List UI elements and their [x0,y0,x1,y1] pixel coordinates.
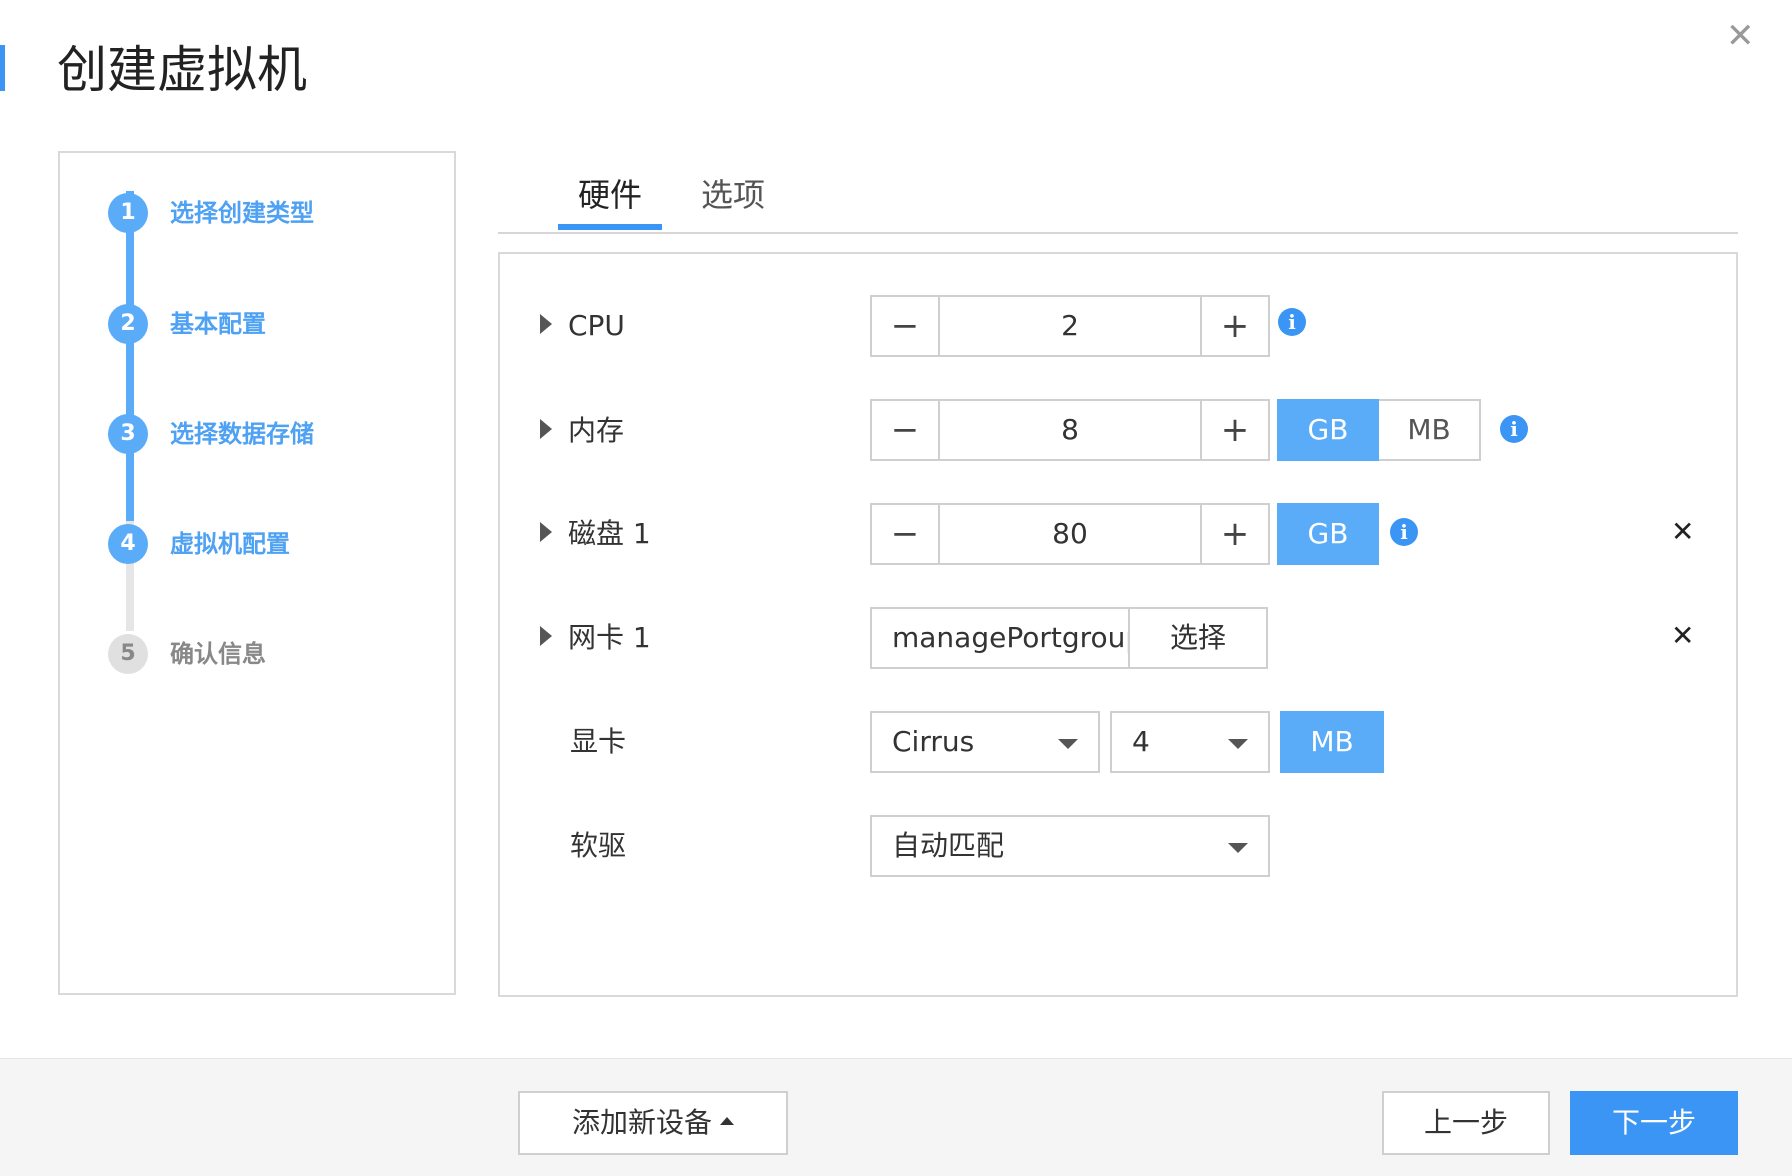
cpu-row-toggle[interactable]: CPU [540,306,625,346]
disk-label: 磁盘 1 [568,517,651,550]
memory-label: 内存 [568,414,625,447]
step-label: 选择数据存储 [170,420,314,448]
info-icon[interactable]: i [1390,518,1418,546]
close-icon[interactable]: ✕ [1726,16,1755,56]
hardware-panel: CPU − 2 + i 内存 − 8 + GB MB i 磁盘 1 − 80 +… [498,252,1738,997]
unit-mb-button[interactable]: MB [1379,399,1481,461]
disk-increment-button[interactable]: + [1200,505,1268,563]
info-icon[interactable]: i [1500,415,1528,443]
memory-stepper: − 8 + [870,399,1270,461]
gpu-memory-select[interactable]: 4 [1110,711,1270,773]
chevron-down-icon [1228,843,1248,853]
step-label: 确认信息 [170,640,266,668]
nic-label: 网卡 1 [568,621,651,654]
chevron-down-icon [1228,739,1248,749]
memory-row-toggle[interactable]: 内存 [540,411,624,451]
cpu-stepper: − 2 + [870,295,1270,357]
nic-portgroup-input[interactable]: managePortgroup [870,607,1130,669]
dialog-title: 创建虚拟机 [57,41,307,99]
disk-decrement-button[interactable]: − [872,505,940,563]
tab-bar: 硬件 选项 [498,170,1738,234]
gpu-memory-value: 4 [1132,725,1150,758]
title-accent-bar [0,45,5,91]
gpu-model-value: Cirrus [892,725,975,758]
memory-unit-toggle: GB MB [1277,399,1481,461]
memory-increment-button[interactable]: + [1200,401,1268,459]
step-label: 虚拟机配置 [170,530,290,558]
floppy-value: 自动匹配 [892,829,1005,862]
dialog-footer: 添加新设备 上一步 下一步 [0,1058,1792,1176]
disk-row-toggle[interactable]: 磁盘 1 [540,514,651,554]
step-number: 2 [108,304,148,344]
add-device-label: 添加新设备 [571,1106,712,1139]
disk-unit: GB [1277,503,1379,565]
next-button[interactable]: 下一步 [1570,1091,1738,1155]
floppy-label: 软驱 [570,829,627,862]
nic-row-toggle[interactable]: 网卡 1 [540,618,651,658]
tab-hardware[interactable]: 硬件 [558,170,662,220]
gpu-label: 显卡 [570,725,627,758]
gpu-unit: MB [1280,711,1384,773]
memory-decrement-button[interactable]: − [872,401,940,459]
active-tab-indicator [558,224,662,230]
cpu-decrement-button[interactable]: − [872,297,940,355]
disk-value-input[interactable]: 80 [940,505,1200,563]
expand-triangle-icon [540,626,552,646]
step-number: 1 [108,193,148,233]
caret-up-icon [720,1117,734,1125]
add-device-button[interactable]: 添加新设备 [518,1091,788,1155]
cpu-increment-button[interactable]: + [1200,297,1268,355]
cpu-value-input[interactable]: 2 [940,297,1200,355]
step-number: 4 [108,524,148,564]
chevron-down-icon [1058,739,1078,749]
expand-triangle-icon [540,419,552,439]
disk-stepper: − 80 + [870,503,1270,565]
expand-triangle-icon [540,522,552,542]
step-number: 5 [108,634,148,674]
prev-button[interactable]: 上一步 [1382,1091,1550,1155]
unit-gb-button[interactable]: GB [1277,503,1379,565]
step-label: 选择创建类型 [170,199,314,227]
cpu-label: CPU [568,309,625,342]
nic-select-button[interactable]: 选择 [1130,607,1268,669]
floppy-select[interactable]: 自动匹配 [870,815,1270,877]
gpu-model-select[interactable]: Cirrus [870,711,1100,773]
tab-options[interactable]: 选项 [681,170,785,220]
wizard-steps-panel: 1 选择创建类型 2 基本配置 3 选择数据存储 4 虚拟机配置 5 确认信息 [58,151,456,995]
remove-disk-icon[interactable]: ✕ [1671,517,1694,547]
step-connector [126,191,134,521]
unit-mb-button[interactable]: MB [1280,711,1384,773]
step-number: 3 [108,414,148,454]
info-icon[interactable]: i [1278,308,1306,336]
step-label: 基本配置 [170,310,266,338]
remove-nic-icon[interactable]: ✕ [1671,621,1694,651]
memory-value-input[interactable]: 8 [940,401,1200,459]
expand-triangle-icon [540,314,552,334]
unit-gb-button[interactable]: GB [1277,399,1379,461]
